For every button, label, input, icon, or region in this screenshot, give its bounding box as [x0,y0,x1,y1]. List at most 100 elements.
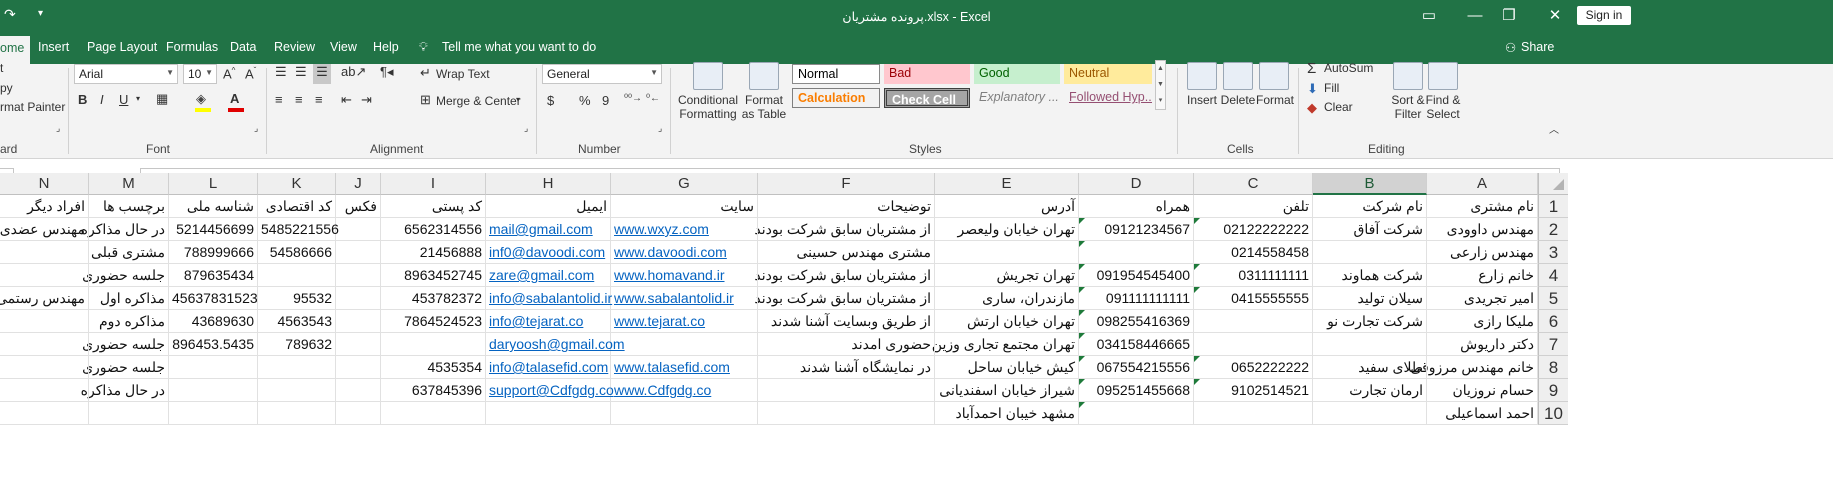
chevron-down-icon[interactable]: ▾ [136,94,140,103]
increase-font-icon[interactable]: A^ [223,66,235,81]
cell-e2[interactable]: تهران خیابان ولیعصر [935,218,1079,241]
cell-h5[interactable]: info@sabalantolid.ir [486,287,612,310]
cell-d2[interactable]: 09121234567 [1079,218,1194,241]
cell-l5[interactable]: 45637831523 [169,287,258,310]
find-select-button[interactable]: Find & Select [1424,62,1462,121]
align-bottom-icon[interactable]: ☰ [313,64,331,84]
cell-a2[interactable]: مهندس داوودی [1427,218,1538,241]
column-header-n[interactable]: N [0,173,89,195]
cell-n8[interactable] [0,356,89,379]
minimize-button[interactable]: — [1460,4,1490,28]
cell-k5[interactable]: 95532 [258,287,336,310]
column-header-g[interactable]: G [611,173,758,195]
ribbon-display-icon[interactable]: ▭ [1414,4,1444,28]
column-header-d[interactable]: D [1079,173,1194,195]
style-bad[interactable]: Bad [884,64,970,84]
cell-a9[interactable]: حسام نروزیان [1427,379,1538,402]
cell-b1[interactable]: نام شرکت [1313,195,1427,218]
cell-c3[interactable]: 0214558458 [1194,241,1313,264]
cell-m2[interactable]: در حال مذاکره [81,218,169,241]
cell-i9[interactable]: 637845396 [381,379,486,402]
increase-indent-icon[interactable]: ⇥ [361,92,372,108]
format-painter-button[interactable]: rmat Painter [0,100,65,114]
cell-c5[interactable]: 0415555555 [1194,287,1313,310]
row-header-2[interactable]: 2 [1538,218,1568,241]
bold-icon[interactable]: B [78,92,87,107]
cell-f8[interactable]: در نمایشگاه آشنا شدند [758,356,935,379]
cell-e3[interactable] [935,241,1079,264]
cell-l8[interactable] [169,356,258,379]
style-followed-hyperlink[interactable]: Followed Hyp... [1064,88,1152,108]
font-size-combo[interactable]: 10 ▼ [183,64,217,84]
tab-help[interactable]: Help [373,40,399,54]
cell-i4[interactable]: 8963452745 [381,264,486,287]
cell-m10[interactable] [89,402,169,425]
row-header-6[interactable]: 6 [1538,310,1568,333]
cell-b3[interactable] [1313,241,1427,264]
cell-h2[interactable]: mail@gmail.com [486,218,611,241]
cell-f3[interactable]: مشتری مهندس حسینی [758,241,935,264]
cell-n9[interactable] [0,379,89,402]
align-center-icon[interactable]: ≡ [295,92,303,107]
cell-m1[interactable]: برچسب ها [89,195,169,218]
cell-d3[interactable] [1079,241,1194,264]
column-header-k[interactable]: K [258,173,336,195]
cell-f7[interactable]: حضوری امدند [758,333,935,356]
cell-d6[interactable]: 098255416369 [1079,310,1194,333]
row-header-3[interactable]: 3 [1538,241,1568,264]
select-all-corner[interactable] [1538,173,1568,195]
styles-gallery-scroll[interactable]: ▲ ▼ ▾ [1155,60,1166,110]
cell-e8[interactable]: کیش خیابان ساحل [935,356,1079,379]
cell-j10[interactable] [336,402,381,425]
font-color-icon[interactable]: A [230,91,239,106]
cell-b8[interactable]: طلای سفید [1313,356,1427,379]
underline-icon[interactable]: U [119,92,128,107]
column-header-a[interactable]: A [1427,173,1538,195]
cell-e6[interactable]: تهران خیابان ارتش [935,310,1079,333]
wrap-text-button[interactable]: Wrap Text [436,67,490,81]
align-middle-icon[interactable]: ☰ [295,64,307,80]
cell-k7[interactable]: 789632 [258,333,336,356]
cell-j2[interactable] [336,218,381,241]
tab-page-layout[interactable]: Page Layout [87,40,157,54]
cell-e10[interactable]: مشهد خیبان احمدآباد [935,402,1079,425]
cell-g6[interactable]: www.tejarat.co [611,310,758,333]
cell-n2[interactable]: مهندس عضدی [0,218,89,241]
close-button[interactable]: ✕ [1540,4,1570,28]
cell-f5[interactable]: از مشتریان سابق شرکت بودند [754,287,935,310]
currency-button[interactable]: $ [547,93,554,108]
cell-i6[interactable]: 7864524523 [381,310,486,333]
cell-n10[interactable] [0,402,89,425]
delete-cells-button[interactable]: Delete [1220,62,1256,107]
cell-h7[interactable]: daryoosh@gmail.com [486,333,625,356]
cell-c6[interactable] [1194,310,1313,333]
cell-c4[interactable]: 0311111111 [1194,264,1313,287]
row-header-7[interactable]: 7 [1538,333,1568,356]
decrease-decimal-icon[interactable]: ⁰← [646,93,660,104]
cell-n6[interactable] [0,310,89,333]
tab-data[interactable]: Data [230,40,256,54]
cell-i1[interactable]: کد پستی [381,195,486,218]
cell-h3[interactable]: inf0@davoodi.com [486,241,611,264]
comma-button[interactable]: 9 [602,93,609,108]
cell-d10[interactable] [1079,402,1194,425]
cell-l4[interactable]: 879635434 [169,264,258,287]
share-button[interactable]: Share [1521,40,1554,54]
cell-d4[interactable]: 091954545400 [1079,264,1194,287]
number-launcher-icon[interactable]: ⌟ [658,123,662,134]
cell-m4[interactable]: جلسه حضوری [82,264,169,287]
cell-e7[interactable]: تهران مجتمع تجاری وزین [932,333,1079,356]
cell-n3[interactable] [0,241,89,264]
cell-k4[interactable] [258,264,336,287]
tell-me-search[interactable]: Tell me what you want to do [442,40,596,54]
cell-k6[interactable]: 4563543 [258,310,336,333]
align-left-icon[interactable]: ≡ [275,92,283,107]
cell-i7[interactable] [381,333,486,356]
column-header-e[interactable]: E [935,173,1079,195]
cell-c8[interactable]: 0652222222 [1194,356,1313,379]
row-header-4[interactable]: 4 [1538,264,1568,287]
cell-g8[interactable]: www.talasefid.com [611,356,758,379]
style-neutral[interactable]: Neutral [1064,64,1152,84]
cell-e4[interactable]: تهران تجریش [935,264,1079,287]
column-header-l[interactable]: L [169,173,258,195]
